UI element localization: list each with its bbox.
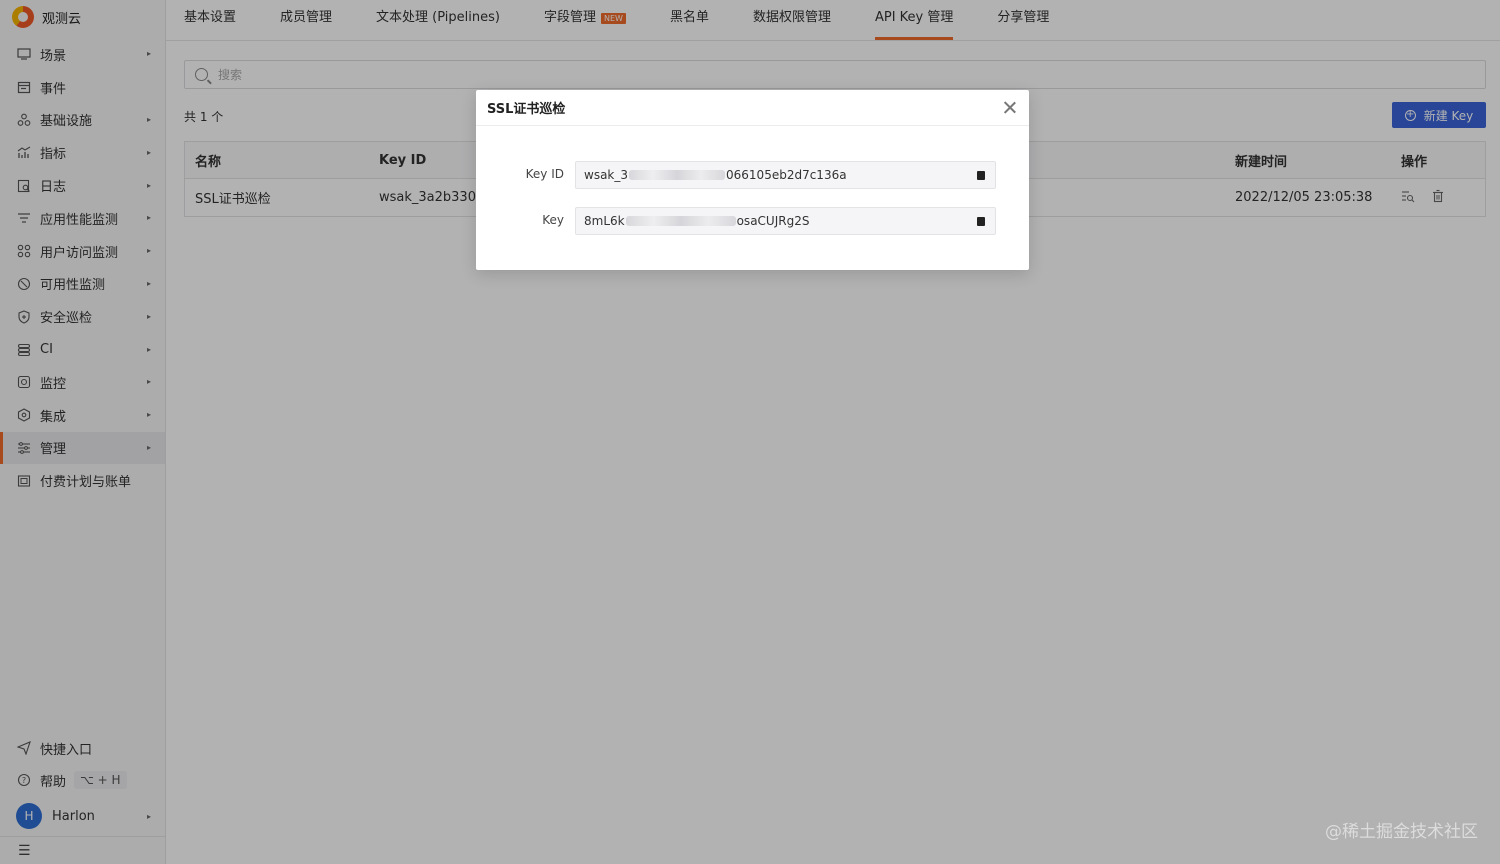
key-label: Key xyxy=(542,213,564,227)
key-field: Key 8mL6k osaCUJRg2S xyxy=(476,207,1029,235)
key-suffix: osaCUJRg2S xyxy=(736,214,810,228)
modal-title: SSL证书巡检 xyxy=(487,102,566,117)
api-key-detail-modal: SSL证书巡检 Key ID wsak_3 066105eb2d7c136a Ke… xyxy=(476,90,1029,270)
key-id-prefix: wsak_3 xyxy=(584,168,629,182)
key-value[interactable]: 8mL6k osaCUJRg2S xyxy=(575,207,996,235)
close-icon[interactable] xyxy=(1003,100,1017,114)
key-prefix: 8mL6k xyxy=(584,214,625,228)
key-id-suffix: 066105eb2d7c136a xyxy=(726,168,847,182)
redacted-segment xyxy=(629,170,726,180)
copy-icon[interactable] xyxy=(975,215,985,226)
key-id-label: Key ID xyxy=(525,167,564,181)
watermark: @稀土掘金技术社区 xyxy=(1325,822,1478,842)
modal-header: SSL证书巡检 xyxy=(476,90,1029,126)
key-id-field: Key ID wsak_3 066105eb2d7c136a xyxy=(476,161,1029,189)
redacted-segment xyxy=(625,216,736,226)
key-id-value[interactable]: wsak_3 066105eb2d7c136a xyxy=(575,161,996,189)
copy-icon[interactable] xyxy=(975,169,985,180)
